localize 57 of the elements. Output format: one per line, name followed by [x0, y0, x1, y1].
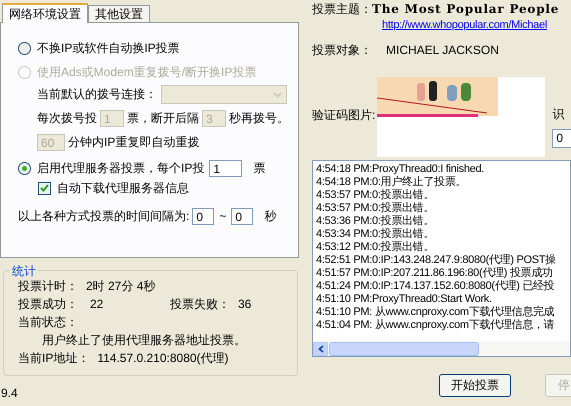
scrollbar[interactable]: [313, 341, 570, 356]
log-line: 4:51:24 PM:0:IP:174.137.152.60:8080(代理) 已经投: [316, 280, 556, 293]
recognize-label: 识: [552, 106, 566, 123]
log-line: 4:53:36 PM:0:投票出错。: [316, 215, 436, 228]
log-line: 4:53:57 PM:0:投票出错。: [316, 189, 436, 202]
topic-title: The Most Popular People: [372, 2, 560, 16]
checkbox-label: 自动下载代理服务器信息: [57, 180, 189, 196]
target-label: 投票对象：: [312, 42, 372, 58]
stat-label: 当前IP地址：: [18, 350, 90, 366]
stat-value: 2时 27分 4秒: [86, 278, 156, 294]
status-text: 用户终止了使用代理服务器地址投票。: [42, 332, 246, 348]
log-line: 4:53:12 PM:0:投票出错。: [316, 241, 436, 254]
topic-link[interactable]: http://www.whopopular.com/Michael: [382, 19, 547, 31]
topic-label: 投票主题：: [312, 0, 372, 18]
tab[interactable]: 其他设置: [88, 5, 150, 22]
stat-label: 当前状态：: [18, 314, 78, 330]
log-line: 4:51:04 PM: 从www.cnproxy.com下载代理信息，请: [316, 319, 556, 332]
radio-label: 使用Ads或Modem重复拨号/断开换IP投票: [37, 64, 256, 80]
log-line: 4:51:57 PM:0:IP:207.211.86.196:80(代理) 投票成功: [316, 267, 554, 280]
stat-value: 114.57.0.210:8080(代理): [97, 350, 229, 366]
target-value: MICHAEL JACKSON: [386, 43, 499, 57]
scroll-left-icon[interactable]: [313, 342, 328, 356]
input-field[interactable]: 1: [209, 160, 242, 176]
radio-label: 不换IP或软件自动换IP投票: [37, 40, 180, 56]
version-label: 9.4: [1, 386, 19, 400]
radio-label: 启用代理服务器投票，每个IP投: [37, 160, 204, 176]
tab[interactable]: 网络环境设置: [2, 3, 88, 23]
input-field[interactable]: 0: [231, 208, 254, 224]
stat-value: 22: [90, 297, 104, 311]
field-label: 秒: [264, 208, 276, 224]
checkbox[interactable]: [38, 182, 51, 194]
log-line: 4:51:10 PM: 从www.cnproxy.com下载代理信息完成: [316, 306, 556, 319]
field-label: 票: [253, 160, 266, 176]
field-label: 当前默认的拨号连接：: [37, 86, 157, 102]
field-label: 秒再拨号。: [229, 110, 289, 126]
captcha-label: 验证码图片:: [312, 107, 376, 123]
separator-label: ~: [219, 208, 226, 224]
scroll-thumb[interactable]: [329, 342, 479, 356]
log-line: 4:54:18 PM:ProxyThread0:I finished.: [316, 163, 486, 176]
captcha-input[interactable]: 0: [552, 129, 571, 148]
log-line: 4:53:34 PM:0:投票出错。: [316, 228, 436, 241]
radio-button[interactable]: [18, 42, 31, 54]
field-label: 每次拨号投: [37, 110, 97, 126]
stat-label: 投票计时：: [18, 278, 78, 294]
log-line: 4:51:10 PM:ProxyThread0:Start Work.: [316, 293, 493, 306]
log-line: 4:54:18 PM:0:用户终止了投票。: [316, 176, 468, 189]
field-label: 票，断开后隔: [127, 110, 199, 126]
log-line: 4:53:57 PM:0:投票出错。: [316, 202, 436, 215]
stat-value: 36: [238, 297, 252, 311]
start-button[interactable]: 开始投票: [439, 374, 511, 397]
field-label: 分钟内IP重复即自动重拨: [68, 134, 200, 150]
log-line: 4:52:51 PM:0:IP:143.248.247.9:8080(代理) POST操: [316, 254, 557, 267]
input-field[interactable]: 0: [192, 208, 214, 224]
field-label: 以上各种方式投票的时间间隔为:: [18, 208, 190, 224]
stat-label: 投票成功：: [18, 296, 78, 312]
radio-button[interactable]: [18, 162, 31, 174]
stat-label: 投票失败：: [170, 296, 230, 312]
